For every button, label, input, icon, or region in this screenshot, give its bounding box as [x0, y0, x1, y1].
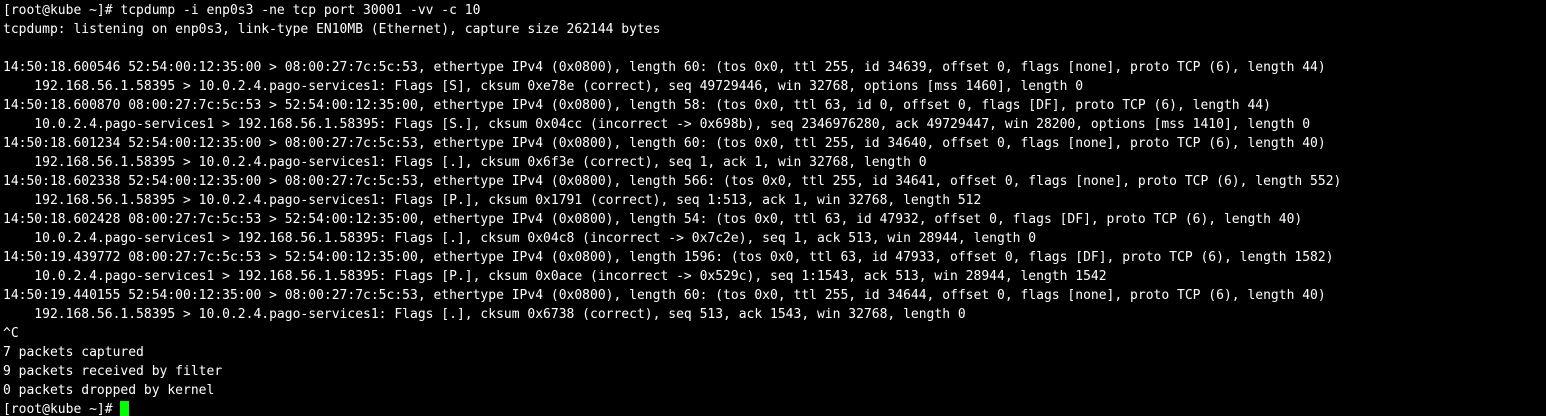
interrupt-line: ^C — [3, 326, 19, 341]
packet-header-line: 14:50:18.601234 52:54:00:12:35:00 > 08:0… — [3, 136, 1326, 151]
packet-header-line: 14:50:18.602338 52:54:00:12:35:00 > 08:0… — [3, 174, 1342, 189]
packet-detail-line: 10.0.2.4.pago-services1 > 192.168.56.1.5… — [3, 117, 1311, 132]
prompt-line[interactable]: [root@kube ~]# — [3, 400, 1546, 416]
terminal-window[interactable]: [root@kube ~]# tcpdump -i enp0s3 -ne tcp… — [0, 0, 1546, 416]
packet-detail-line: 192.168.56.1.58395 > 10.0.2.4.pago-servi… — [3, 155, 927, 170]
cursor-icon — [120, 401, 130, 416]
packet-detail-line: 192.168.56.1.58395 > 10.0.2.4.pago-servi… — [3, 307, 966, 322]
packet-header-line: 14:50:19.440155 52:54:00:12:35:00 > 08:0… — [3, 288, 1326, 303]
shell-prompt: [root@kube ~]# — [3, 402, 121, 416]
summary-received-line: 9 packets received by filter — [3, 364, 223, 379]
packet-detail-line: 192.168.56.1.58395 > 10.0.2.4.pago-servi… — [3, 79, 1084, 94]
status-line: tcpdump: listening on enp0s3, link-type … — [3, 22, 661, 37]
summary-dropped-line: 0 packets dropped by kernel — [3, 383, 215, 398]
packet-detail-line: 10.0.2.4.pago-services1 > 192.168.56.1.5… — [3, 231, 1037, 246]
packet-header-line: 14:50:19.439772 08:00:27:7c:5c:53 > 52:5… — [3, 250, 1334, 265]
packet-header-line: 14:50:18.602428 08:00:27:7c:5c:53 > 52:5… — [3, 212, 1303, 227]
packet-header-line: 14:50:18.600546 52:54:00:12:35:00 > 08:0… — [3, 60, 1326, 75]
packet-detail-line: 192.168.56.1.58395 > 10.0.2.4.pago-servi… — [3, 193, 982, 208]
packet-detail-line: 10.0.2.4.pago-services1 > 192.168.56.1.5… — [3, 269, 1107, 284]
command-line: [root@kube ~]# tcpdump -i enp0s3 -ne tcp… — [3, 3, 481, 18]
summary-captured-line: 7 packets captured — [3, 345, 144, 360]
packet-header-line: 14:50:18.600870 08:00:27:7c:5c:53 > 52:5… — [3, 98, 1271, 113]
